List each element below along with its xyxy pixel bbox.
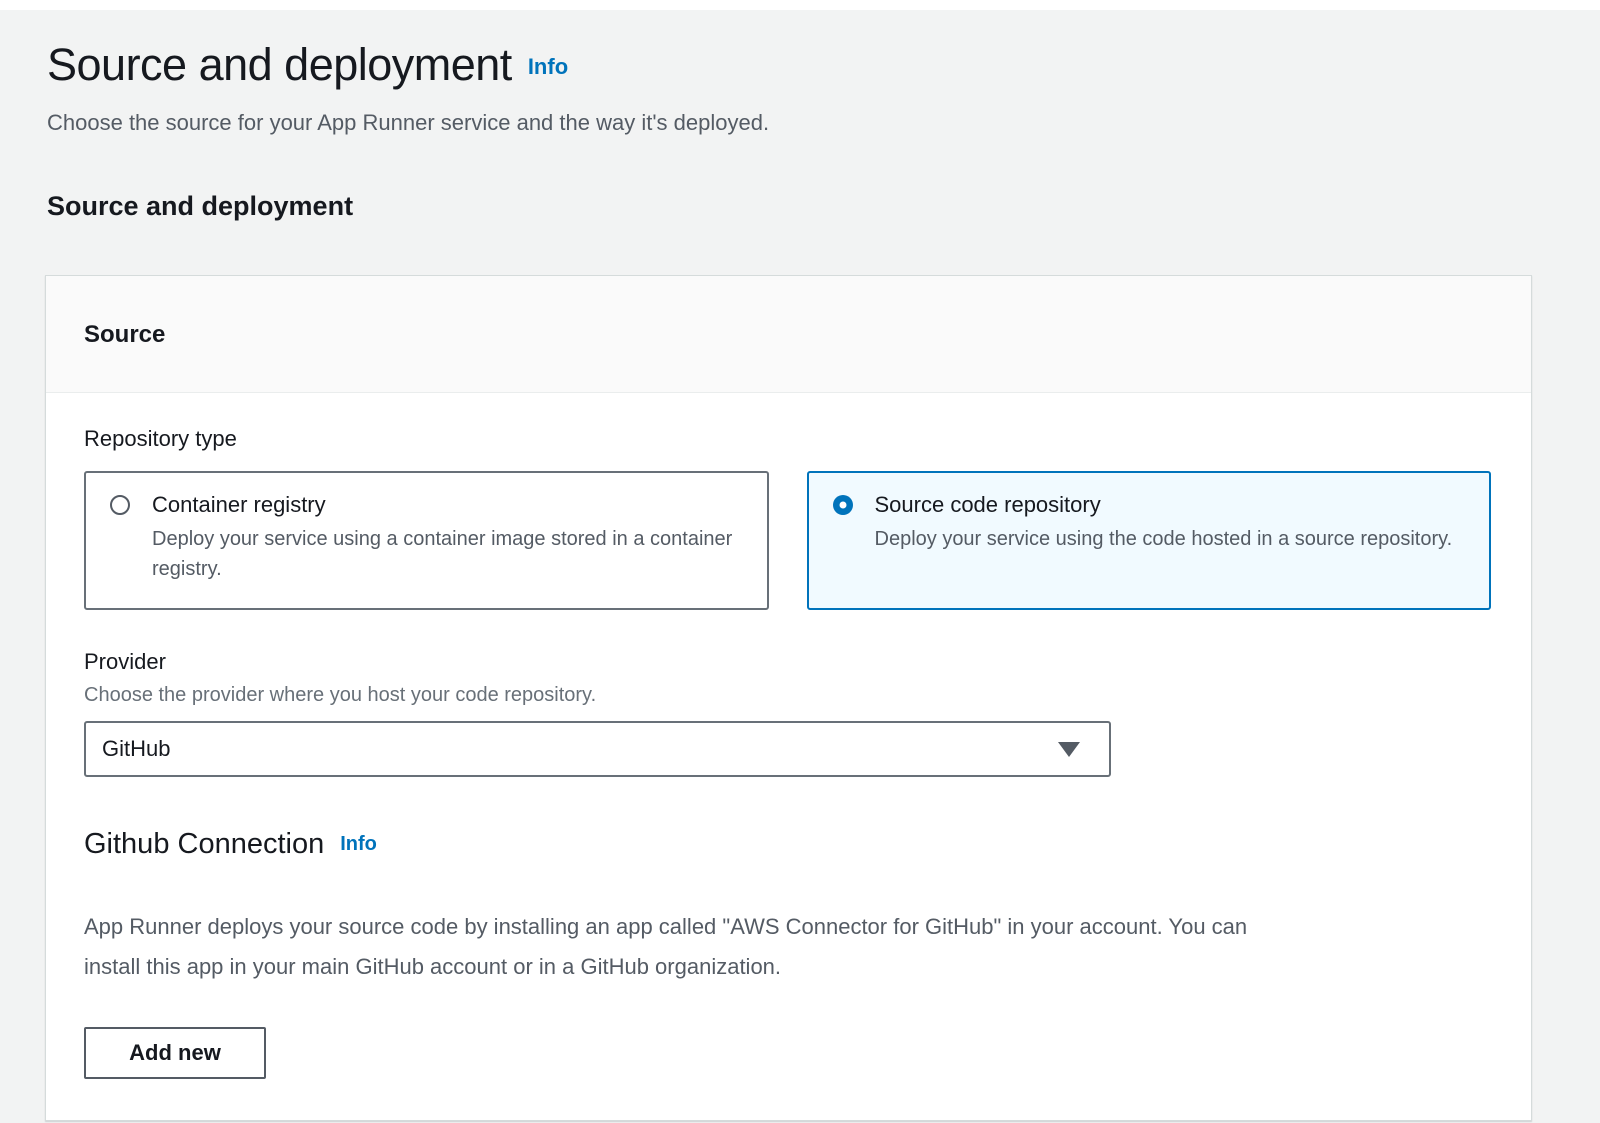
tile-container-registry[interactable]: Container registry Deploy your service u… (84, 471, 769, 610)
repository-type-label: Repository type (84, 424, 1491, 453)
source-card: Source Repository type Container registr… (45, 275, 1532, 1121)
provider-label: Provider (84, 647, 1491, 676)
source-card-header: Source (46, 276, 1531, 393)
add-new-button[interactable]: Add new (84, 1027, 266, 1079)
github-connection-description: App Runner deploys your source code by i… (84, 907, 1491, 987)
github-connection-info-link[interactable]: Info (340, 833, 377, 855)
github-connection-heading: Github Connection Info (84, 827, 1491, 861)
tile-text: Container registry Deploy your service u… (152, 490, 747, 584)
section-heading: Source and deployment (47, 190, 1532, 222)
page-title-text: Source and deployment (47, 39, 512, 90)
tile-title: Container registry (152, 490, 747, 520)
tile-description: Deploy your service using a container im… (152, 524, 747, 584)
tile-description: Deploy your service using the code hoste… (875, 524, 1453, 554)
tile-title: Source code repository (875, 490, 1453, 520)
repository-type-tiles: Container registry Deploy your service u… (84, 471, 1491, 610)
github-connection-description-line: App Runner deploys your source code by i… (84, 907, 1491, 947)
github-connection-heading-text: Github Connection (84, 828, 324, 860)
provider-select-value: GitHub (102, 736, 170, 762)
source-card-body: Repository type Container registry Deplo… (46, 393, 1531, 1079)
window-top-edge (0, 0, 1600, 10)
provider-select[interactable]: GitHub (84, 721, 1111, 777)
github-connection-description-line: install this app in your main GitHub acc… (84, 947, 1491, 987)
page-title: Source and deployment Info (47, 38, 1532, 93)
tile-source-code-repository[interactable]: Source code repository Deploy your servi… (807, 471, 1492, 610)
source-and-deployment-page: Source and deployment Info Choose the sou… (0, 10, 1600, 1121)
radio-unselected-icon[interactable] (110, 495, 130, 515)
source-card-title: Source (84, 320, 1491, 349)
dropdown-caret-icon (1058, 742, 1080, 757)
provider-field: Provider Choose the provider where you h… (84, 647, 1491, 777)
page-title-info-link[interactable]: Info (528, 54, 568, 79)
tile-text: Source code repository Deploy your servi… (875, 490, 1453, 554)
provider-description: Choose the provider where you host your … (84, 683, 1491, 708)
radio-selected-icon[interactable] (833, 495, 853, 515)
repository-type-field: Repository type Container registry Deplo… (84, 424, 1491, 610)
page-subtitle: Choose the source for your App Runner se… (47, 110, 1532, 136)
